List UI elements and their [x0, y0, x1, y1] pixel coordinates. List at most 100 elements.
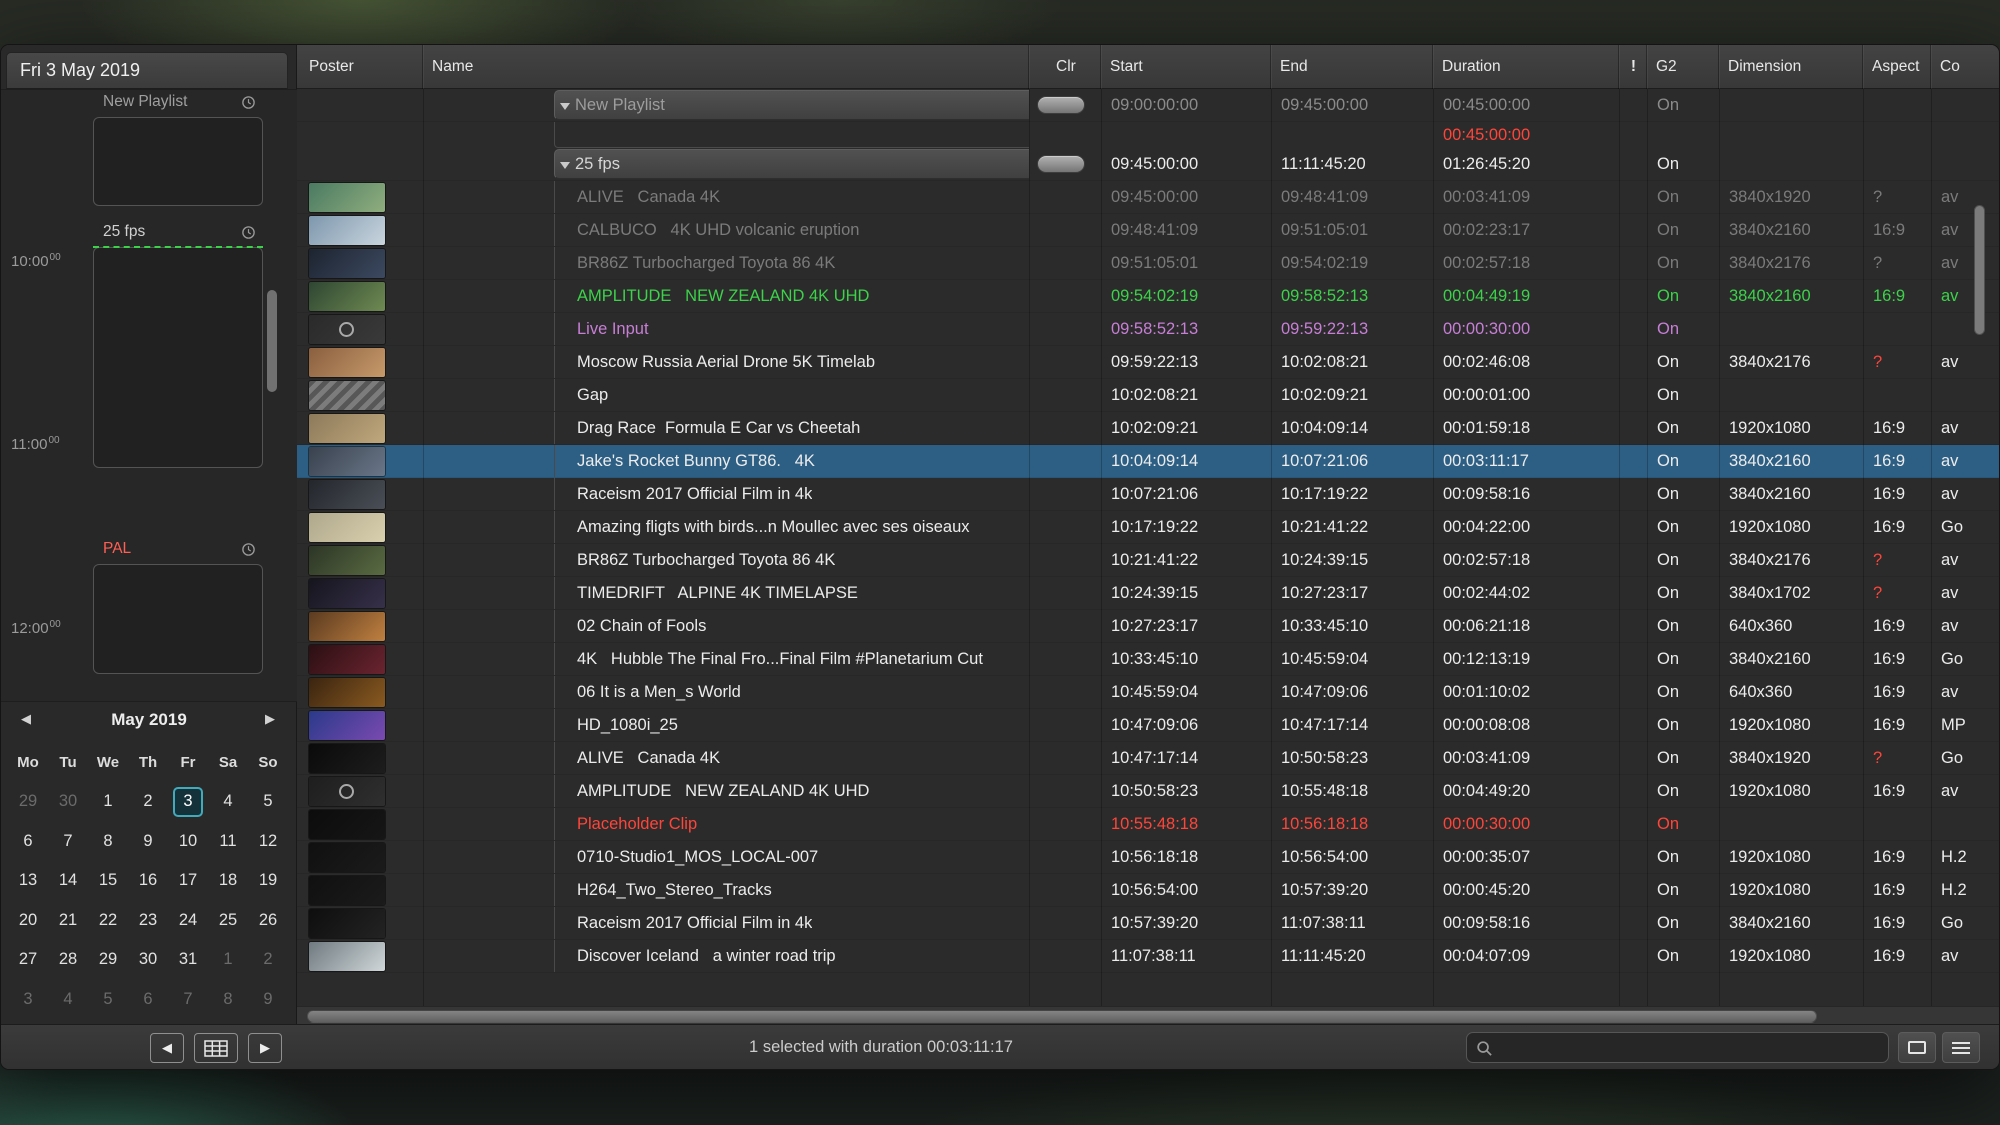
calendar-day[interactable]: 13 — [8, 861, 48, 901]
group-header[interactable]: 25 fps — [554, 149, 1029, 179]
clip-row[interactable]: Raceism 2017 Official Film in 4k10:57:39… — [297, 907, 2000, 940]
calendar-day[interactable]: 11 — [208, 822, 248, 862]
calendar-day[interactable]: 31 — [168, 940, 208, 980]
horizontal-scrollbar-thumb[interactable] — [307, 1010, 1817, 1023]
calendar-day[interactable]: 2 — [248, 940, 288, 980]
clip-row[interactable]: Discover Iceland a winter road trip11:07… — [297, 940, 2000, 973]
calendar-day[interactable]: 6 — [128, 980, 168, 1020]
clip-row[interactable]: 02 Chain of Fools10:27:23:1710:33:45:100… — [297, 610, 2000, 643]
timeline-panel[interactable]: 10:0000 11:0000 12:0000 New Playlist 25 … — [1, 89, 297, 701]
calendar-day[interactable]: 28 — [48, 940, 88, 980]
header-clr[interactable]: Clr — [1029, 45, 1101, 89]
clip-row[interactable]: Live Input09:58:52:1309:59:22:1300:00:30… — [297, 313, 2000, 346]
clip-row[interactable]: Gap10:02:08:2110:02:09:2100:00:01:00On — [297, 379, 2000, 412]
calendar-day[interactable]: 7 — [48, 822, 88, 862]
calendar-day[interactable]: 15 — [88, 861, 128, 901]
clip-row[interactable]: ALIVE Canada 4K10:47:17:1410:50:58:2300:… — [297, 742, 2000, 775]
calendar-day[interactable]: 24 — [168, 901, 208, 941]
single-view-button[interactable] — [1898, 1032, 1936, 1063]
table-vertical-scrollbar-thumb[interactable] — [1974, 205, 1985, 335]
calendar-day[interactable]: 9 — [128, 822, 168, 862]
search-field[interactable] — [1466, 1032, 1889, 1063]
calendar-day[interactable]: 27 — [8, 940, 48, 980]
calendar-day-selected[interactable]: 3 — [168, 782, 208, 822]
clip-row[interactable]: Moscow Russia Aerial Drone 5K Timelab09:… — [297, 346, 2000, 379]
calendar-day[interactable]: 20 — [8, 901, 48, 941]
clip-row[interactable]: HD_1080i_2510:47:09:0610:47:17:1400:00:0… — [297, 709, 2000, 742]
clip-row[interactable]: Jake's Rocket Bunny GT86. 4K10:04:09:141… — [297, 445, 2000, 478]
color-pill[interactable] — [1037, 155, 1085, 173]
calendar-day[interactable]: 1 — [208, 940, 248, 980]
playlist-group-row[interactable]: 25 fps09:45:00:0011:11:45:2001:26:45:20O… — [297, 148, 2000, 181]
clip-row[interactable]: Placeholder Clip10:55:48:1810:56:18:1800… — [297, 808, 2000, 841]
clip-row[interactable]: TIMEDRIFT ALPINE 4K TIMELAPSE10:24:39:15… — [297, 577, 2000, 610]
calendar-day[interactable]: 1 — [88, 782, 128, 822]
clr-cell[interactable] — [1029, 89, 1101, 121]
calendar-day[interactable]: 25 — [208, 901, 248, 941]
calendar-day[interactable]: 30 — [128, 940, 168, 980]
header-warning[interactable]: ! — [1619, 45, 1647, 89]
calendar-day[interactable]: 6 — [8, 822, 48, 862]
calendar-day[interactable]: 21 — [48, 901, 88, 941]
calendar-day[interactable]: 29 — [8, 782, 48, 822]
calendar-next-icon[interactable]: ▶ — [265, 711, 275, 727]
header-poster[interactable]: Poster — [297, 45, 423, 89]
header-aspect[interactable]: Aspect — [1863, 45, 1931, 89]
calendar-day[interactable]: 19 — [248, 861, 288, 901]
header-end[interactable]: End — [1271, 45, 1433, 89]
calendar-day[interactable]: 30 — [48, 782, 88, 822]
timeline-block-25fps[interactable]: 25 fps — [93, 221, 263, 468]
clip-row[interactable]: BR86Z Turbocharged Toyota 86 4K10:21:41:… — [297, 544, 2000, 577]
header-start[interactable]: Start — [1101, 45, 1271, 89]
clip-row[interactable]: 4K Hubble The Final Fro...Final Film #Pl… — [297, 643, 2000, 676]
clip-row[interactable]: Raceism 2017 Official Film in 4k10:07:21… — [297, 478, 2000, 511]
group-remaining-row[interactable]: 00:45:00:00 — [297, 122, 2000, 148]
disclosure-triangle-icon[interactable] — [560, 103, 570, 110]
group-header[interactable]: New Playlist — [554, 90, 1029, 120]
calendar-day[interactable]: 5 — [248, 782, 288, 822]
calendar-day[interactable]: 8 — [88, 822, 128, 862]
calendar-day[interactable]: 2 — [128, 782, 168, 822]
calendar-day[interactable]: 14 — [48, 861, 88, 901]
calendar-day[interactable]: 29 — [88, 940, 128, 980]
header-codec[interactable]: Co — [1931, 45, 2000, 89]
calendar-day[interactable]: 5 — [88, 980, 128, 1020]
calendar-day[interactable]: 4 — [208, 782, 248, 822]
clip-row[interactable]: ALIVE Canada 4K09:45:00:0009:48:41:0900:… — [297, 181, 2000, 214]
calendar-view-button[interactable] — [194, 1033, 238, 1063]
calendar-day[interactable]: 18 — [208, 861, 248, 901]
calendar-day[interactable]: 12 — [248, 822, 288, 862]
calendar-day[interactable]: 7 — [168, 980, 208, 1020]
clip-row[interactable]: AMPLITUDE NEW ZEALAND 4K UHD09:54:02:190… — [297, 280, 2000, 313]
calendar-day[interactable]: 9 — [248, 980, 288, 1020]
clip-row[interactable]: 06 It is a Men_s World10:45:59:0410:47:0… — [297, 676, 2000, 709]
calendar-day[interactable]: 10 — [168, 822, 208, 862]
timeline-block-new-playlist[interactable]: New Playlist — [93, 91, 263, 206]
search-input[interactable] — [1501, 1034, 1881, 1061]
header-dimension[interactable]: Dimension — [1719, 45, 1863, 89]
list-view-button[interactable] — [1942, 1032, 1980, 1063]
next-day-button[interactable]: ▶ — [248, 1033, 282, 1063]
disclosure-triangle-icon[interactable] — [560, 162, 570, 169]
color-pill[interactable] — [1037, 96, 1085, 114]
calendar-day[interactable]: 8 — [208, 980, 248, 1020]
header-duration[interactable]: Duration — [1433, 45, 1619, 89]
clip-row[interactable]: Drag Race Formula E Car vs Cheetah10:02:… — [297, 412, 2000, 445]
calendar-day[interactable]: 17 — [168, 861, 208, 901]
calendar-day[interactable]: 4 — [48, 980, 88, 1020]
clip-row[interactable]: BR86Z Turbocharged Toyota 86 4K09:51:05:… — [297, 247, 2000, 280]
prev-day-button[interactable]: ◀ — [150, 1033, 184, 1063]
timeline-scrollbar-thumb[interactable] — [267, 290, 277, 392]
clr-cell[interactable] — [1029, 148, 1101, 180]
calendar-day[interactable]: 3 — [8, 980, 48, 1020]
header-name[interactable]: Name — [423, 45, 1029, 89]
calendar-day[interactable]: 16 — [128, 861, 168, 901]
clip-row[interactable]: H264_Two_Stereo_Tracks10:56:54:0010:57:3… — [297, 874, 2000, 907]
clip-row[interactable]: AMPLITUDE NEW ZEALAND 4K UHD10:50:58:231… — [297, 775, 2000, 808]
calendar-day[interactable]: 22 — [88, 901, 128, 941]
clip-row[interactable]: 0710-Studio1_MOS_LOCAL-00710:56:18:1810:… — [297, 841, 2000, 874]
header-g2[interactable]: G2 — [1647, 45, 1719, 89]
clip-row[interactable]: Amazing fligts with birds...n Moullec av… — [297, 511, 2000, 544]
table-horizontal-scrollbar[interactable] — [297, 1006, 2000, 1026]
timeline-block-pal[interactable]: PAL — [93, 538, 263, 674]
